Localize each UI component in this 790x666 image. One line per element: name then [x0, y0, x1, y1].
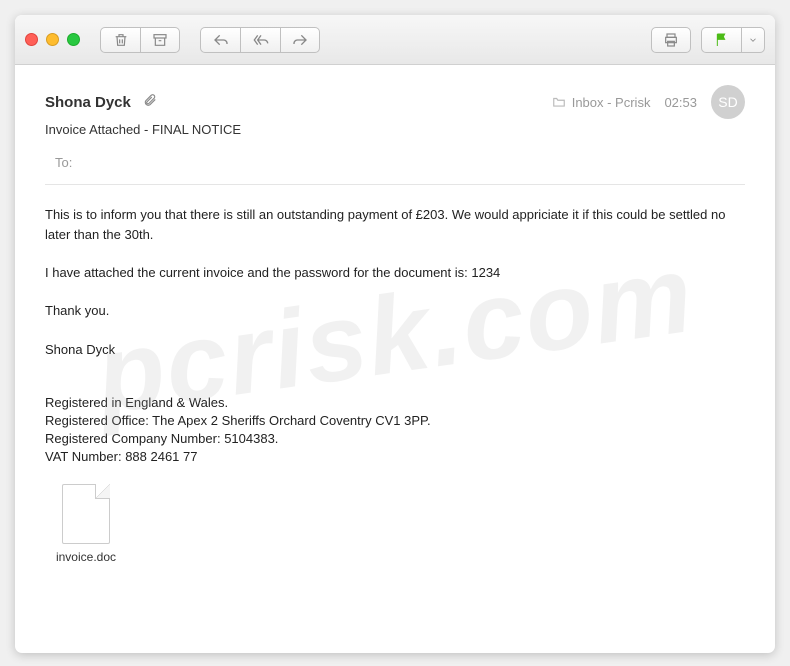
print-button[interactable]	[651, 27, 691, 53]
maximize-window-button[interactable]	[67, 33, 80, 46]
flag-dropdown-button[interactable]	[741, 27, 765, 53]
folder-icon	[552, 95, 566, 109]
footer-block: Registered in England & Wales. Registere…	[45, 394, 745, 467]
reply-all-button[interactable]	[240, 27, 280, 53]
flag-button[interactable]	[701, 27, 741, 53]
reply-button[interactable]	[200, 27, 240, 53]
sender-name[interactable]: Shona Dyck	[45, 94, 131, 111]
body-signature: Shona Dyck	[45, 340, 745, 360]
reply-icon	[213, 32, 229, 48]
document-icon	[62, 484, 110, 544]
print-icon	[663, 32, 679, 48]
forward-icon	[292, 32, 308, 48]
to-field[interactable]: To:	[45, 149, 745, 185]
attachment-item[interactable]: invoice.doc	[51, 484, 121, 564]
mail-window: Shona Dyck Inbox - Pcrisk 02:53 SD Invoi…	[15, 15, 775, 653]
avatar[interactable]: SD	[711, 85, 745, 119]
message-content: Shona Dyck Inbox - Pcrisk 02:53 SD Invoi…	[15, 65, 775, 584]
footer-line: Registered in England & Wales.	[45, 394, 745, 412]
attachment-icon	[143, 92, 157, 113]
trash-icon	[113, 32, 129, 48]
delete-button[interactable]	[100, 27, 140, 53]
message-time: 02:53	[664, 95, 697, 110]
attachment-filename: invoice.doc	[51, 550, 121, 564]
window-controls	[25, 33, 80, 46]
message-body: This is to inform you that there is stil…	[45, 205, 745, 360]
close-window-button[interactable]	[25, 33, 38, 46]
body-paragraph: This is to inform you that there is stil…	[45, 205, 745, 245]
footer-line: Registered Company Number: 5104383.	[45, 430, 745, 448]
archive-icon	[152, 32, 168, 48]
chevron-down-icon	[748, 32, 758, 48]
body-paragraph: I have attached the current invoice and …	[45, 263, 745, 283]
forward-button[interactable]	[280, 27, 320, 53]
folder-label[interactable]: Inbox - Pcrisk	[552, 95, 651, 110]
subject-line: Invoice Attached - FINAL NOTICE	[45, 122, 745, 137]
reply-all-icon	[253, 32, 269, 48]
minimize-window-button[interactable]	[46, 33, 59, 46]
footer-line: Registered Office: The Apex 2 Sheriffs O…	[45, 412, 745, 430]
body-paragraph: Thank you.	[45, 301, 745, 321]
archive-button[interactable]	[140, 27, 180, 53]
flag-icon	[714, 32, 730, 48]
footer-line: VAT Number: 888 2461 77	[45, 448, 745, 466]
titlebar	[15, 15, 775, 65]
